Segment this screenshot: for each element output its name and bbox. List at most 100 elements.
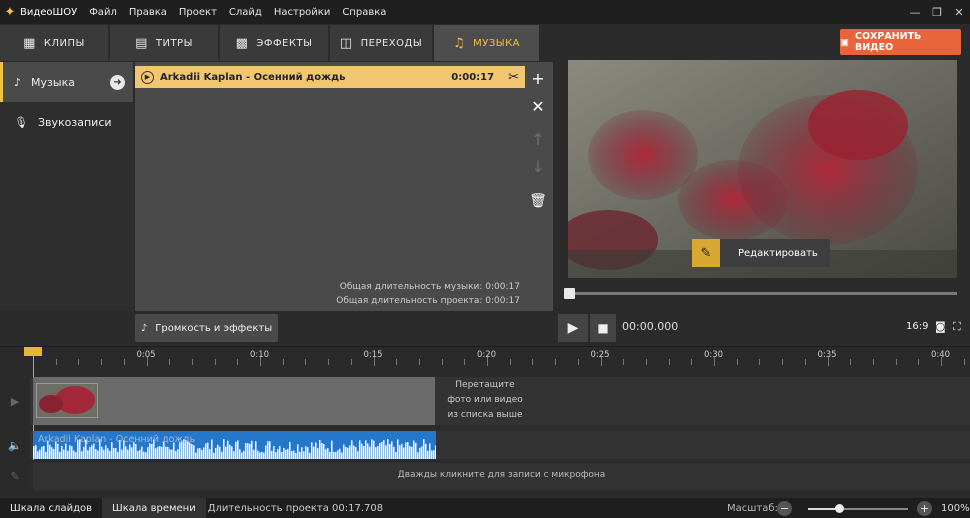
film-save-icon: ▣ (840, 36, 849, 48)
minimize-button[interactable]: — (904, 0, 926, 24)
ruler-label: 0:05 (136, 350, 156, 360)
zoom-slider-handle[interactable] (835, 504, 844, 513)
scrubber-handle[interactable] (564, 288, 575, 299)
tab-slide-scale[interactable]: Шкала слайдов (0, 498, 102, 518)
waveform-bar (129, 444, 131, 459)
sidebar-item-recordings[interactable]: 🎙 Звукозаписи (0, 102, 133, 142)
waveform-bar (237, 440, 239, 459)
menu-project[interactable]: Проект (179, 7, 217, 18)
microphone-icon: 🎙 (14, 115, 28, 129)
duration-totals: Общая длительность музыки: 0:00:17 Общая… (300, 280, 520, 308)
drop-hint-line: Перетащите (455, 380, 515, 390)
waveform-bar (167, 446, 169, 459)
music-list (135, 62, 553, 311)
waveform-bar (267, 441, 269, 459)
waveform-bar (169, 449, 171, 459)
waveform-bar (315, 442, 317, 459)
waveform-bar (273, 446, 275, 459)
tab-time-scale[interactable]: Шкала времени (102, 498, 206, 518)
waveform-bar (283, 448, 285, 459)
play-button[interactable]: ▶ (558, 314, 588, 342)
waveform-bar (109, 450, 111, 459)
waveform-bar (241, 452, 243, 459)
move-down-button[interactable]: ↓ (529, 157, 547, 176)
timeline-ruler[interactable]: 0:05 0:10 0:15 0:20 0:25 0:30 0:35 0:40 (0, 346, 970, 374)
waveform-bar (403, 447, 405, 459)
move-up-button[interactable]: ↑ (529, 130, 547, 149)
waveform-bar (215, 447, 217, 459)
volume-effects-button[interactable]: ♪ Громкость и эффекты (135, 314, 278, 342)
waveform-bar (305, 446, 307, 459)
zoom-in-button[interactable]: + (917, 501, 932, 516)
project-duration-total: Общая длительность проекта: 0:00:17 (336, 296, 520, 306)
waveform-bar (59, 451, 61, 459)
arrow-right-icon[interactable]: ➜ (110, 74, 125, 90)
tab-label: МУЗЫКА (473, 37, 521, 49)
ruler-tick (78, 359, 80, 365)
waveform-bar (421, 446, 423, 459)
waveform-bar (143, 451, 145, 459)
tab-titles[interactable]: ▤ ТИТРЫ (110, 25, 218, 61)
waveform-bar (157, 446, 159, 459)
waveform-bar (53, 449, 55, 459)
ruler-tick (782, 359, 784, 365)
waveform-bar (289, 441, 291, 459)
sidebar-item-music[interactable]: ♪ Музыка ➜ (0, 62, 133, 102)
fullscreen-icon[interactable]: ⛶ (953, 320, 961, 334)
edit-button[interactable]: ✎ Редактировать (692, 239, 830, 267)
waveform-bar (71, 446, 73, 459)
waveform-bar (323, 444, 325, 459)
waveform-bar (233, 451, 235, 459)
stop-button[interactable]: ■ (590, 314, 616, 342)
waveform-bar (423, 439, 425, 459)
ruler-tick (509, 359, 511, 365)
waveform-bar (69, 445, 71, 459)
menu-help[interactable]: Справка (342, 7, 386, 18)
transition-icon: ◫ (339, 35, 353, 51)
preview-scrubber[interactable] (568, 292, 957, 295)
tab-music[interactable]: ♫ МУЗЫКА (434, 25, 539, 61)
tab-transitions[interactable]: ◫ ПЕРЕХОДЫ (330, 25, 432, 61)
waveform-bar (435, 445, 436, 459)
save-video-label: СОХРАНИТЬ ВИДЕО (854, 31, 922, 53)
waveform-bar (379, 443, 381, 459)
waveform-bar (87, 450, 89, 459)
camera-icon[interactable]: ◙ (935, 320, 946, 333)
waveform-bar (125, 446, 127, 459)
menu-settings[interactable]: Настройки (274, 7, 330, 18)
scissors-icon[interactable]: ✂ (508, 70, 519, 85)
remove-music-button[interactable]: ✕ (529, 97, 547, 116)
waveform-bar (355, 447, 357, 459)
play-icon[interactable]: ▶ (141, 70, 154, 84)
restore-button[interactable]: ❐ (926, 0, 948, 24)
tab-clips[interactable]: ▦ КЛИПЫ (0, 25, 108, 61)
ruler-tick (850, 359, 852, 365)
waveform-bar (127, 449, 129, 459)
waveform-bar (261, 451, 263, 459)
menu-edit[interactable]: Правка (129, 7, 167, 18)
waveform-bar (357, 451, 359, 459)
ruler-tick (645, 359, 647, 365)
zoom-out-button[interactable]: − (777, 501, 792, 516)
aspect-ratio[interactable]: 16:9 (906, 321, 928, 332)
waveform-bar (311, 442, 313, 459)
audio-lane-icon: 🔈 (0, 431, 30, 459)
ruler-tick (350, 359, 352, 365)
waveform-bar (307, 447, 309, 459)
waveform-bar (309, 452, 311, 459)
trash-icon[interactable]: 🗑 (529, 192, 547, 210)
waveform-bar (243, 450, 245, 459)
close-button[interactable]: ✕ (948, 0, 970, 24)
add-music-button[interactable]: + (529, 69, 547, 88)
playhead-handle[interactable] (24, 347, 42, 356)
waveform-bar (81, 451, 83, 459)
menu-file[interactable]: Файл (89, 7, 117, 18)
tab-effects[interactable]: ▩ ЭФФЕКТЫ (220, 25, 328, 61)
menu-slide[interactable]: Слайд (229, 7, 262, 18)
list-item[interactable]: ▶ Arkadii Kaplan - Осенний дождь 0:00:17… (135, 66, 525, 88)
save-video-button[interactable]: ▣ СОХРАНИТЬ ВИДЕО (840, 29, 961, 55)
waveform-bar (239, 449, 241, 459)
ruler-tick (691, 359, 693, 365)
waveform-bar (43, 445, 45, 459)
waveform-bar (121, 449, 123, 459)
